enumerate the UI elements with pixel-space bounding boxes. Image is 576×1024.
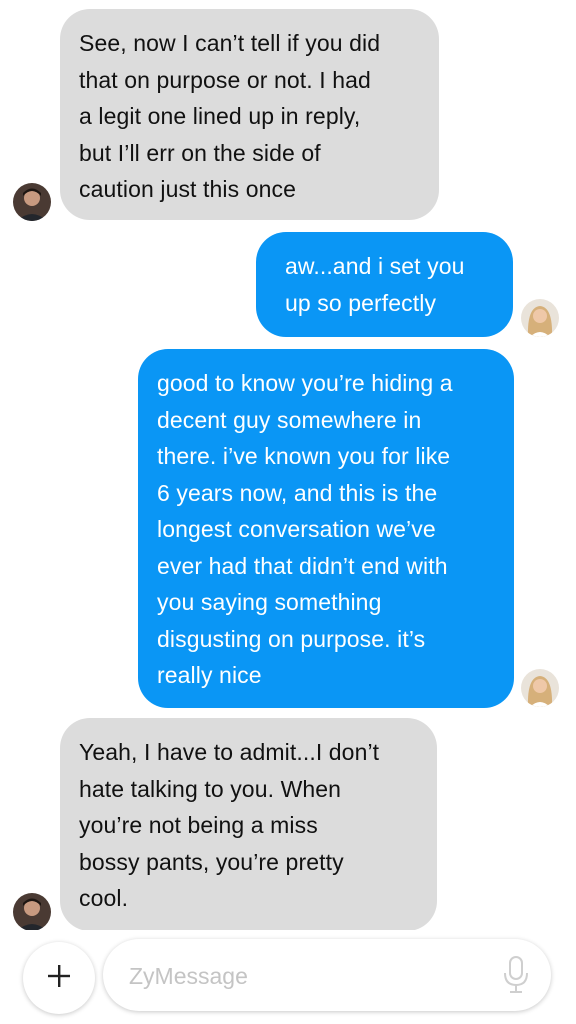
avatar-other [13,183,51,221]
message-input[interactable] [127,939,491,1013]
avatar-me [521,669,559,707]
message-input-container [103,939,551,1013]
plus-icon [46,963,72,994]
message-text: See, now I can’t tell if you did that on… [79,30,381,202]
microphone-button[interactable] [501,955,531,995]
avatar-other [13,893,51,931]
message-bubble-incoming: See, now I can’t tell if you did that on… [60,9,439,220]
message-bubble-incoming: Yeah, I have to admit...I don’t hate tal… [60,718,437,931]
add-attachment-button[interactable] [23,942,95,1014]
message-text: good to know you’re hiding a decent guy … [157,370,453,688]
message-composer [0,930,576,1024]
microphone-icon [501,956,531,999]
avatar-me [521,299,559,337]
message-text: aw...and i set you up so perfectly [285,253,465,316]
message-bubble-outgoing: good to know you’re hiding a decent guy … [138,349,514,708]
message-bubble-outgoing: aw...and i set you up so perfectly [256,232,513,337]
message-text: Yeah, I have to admit...I don’t hate tal… [79,739,380,911]
chat-thread: See, now I can’t tell if you did that on… [0,0,576,1024]
